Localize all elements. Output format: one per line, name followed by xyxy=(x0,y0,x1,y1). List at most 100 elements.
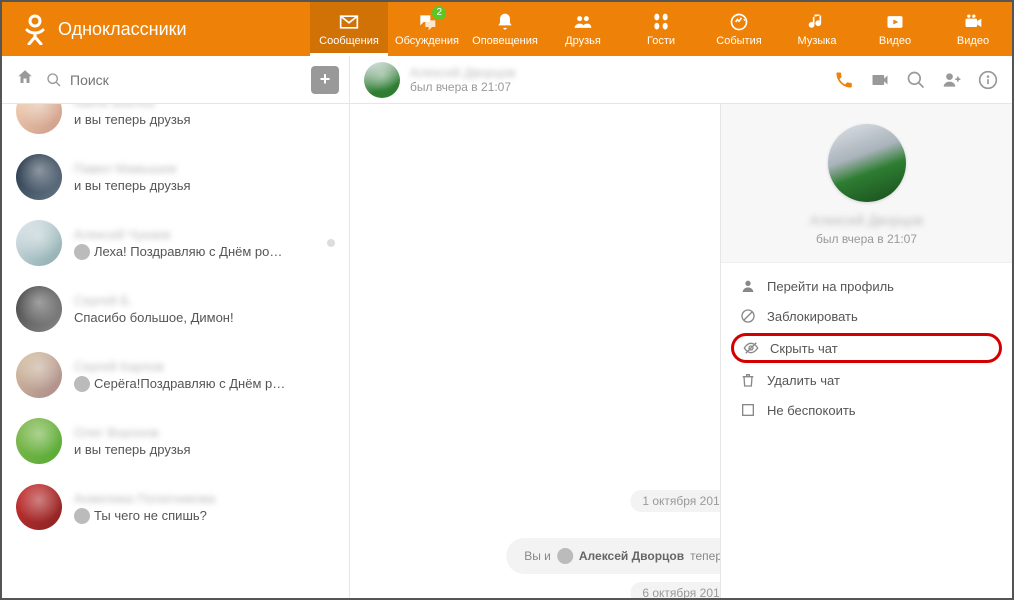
nav-label: Сообщения xyxy=(319,35,379,47)
conversation-pane: Алексей Дворцов был вчера в 21:07 1 октя… xyxy=(350,56,1012,598)
search-icon xyxy=(46,72,62,88)
nav-label: Гости xyxy=(647,35,675,47)
video-icon[interactable] xyxy=(870,70,890,90)
menu-icon xyxy=(742,340,760,356)
top-nav: Сообщения Обсуждения 2 Оповещения Друзья Гост… xyxy=(310,2,1012,56)
chat-avatar xyxy=(16,484,62,530)
search-box[interactable] xyxy=(46,72,303,88)
chat-avatar xyxy=(16,104,62,134)
nav-label: Обсуждения xyxy=(395,35,459,47)
logo-text: Одноклассники xyxy=(58,19,187,40)
menu-label: Заблокировать xyxy=(767,309,858,324)
sysmsg-name: Алексей Дворцов xyxy=(579,549,684,563)
chat-item[interactable]: Сергей Б. Спасибо большое, Димон! xyxy=(2,276,349,342)
mini-avatar-icon xyxy=(74,244,90,260)
chat-item[interactable]: Сергей Карпов Серёга!Поздравляю с Днём р… xyxy=(2,342,349,408)
contact-status: был вчера в 21:07 xyxy=(410,80,515,94)
nav-icon xyxy=(884,11,906,33)
nav-badge: 2 xyxy=(432,6,446,20)
nav-item-3[interactable]: Друзья xyxy=(544,2,622,56)
panel-menu-item-1[interactable]: Заблокировать xyxy=(721,301,1012,331)
chat-preview: Серёга!Поздравляю с Днём р… xyxy=(74,376,335,392)
nav-item-1[interactable]: Обсуждения 2 xyxy=(388,2,466,56)
nav-icon xyxy=(962,11,984,33)
chat-avatar xyxy=(16,352,62,398)
chat-name: Павел Мамышев xyxy=(74,161,335,176)
panel-menu: Перейти на профиль Заблокировать Скрыть ча… xyxy=(721,263,1012,433)
home-icon[interactable] xyxy=(12,64,38,95)
nav-icon xyxy=(572,11,594,33)
nav-item-6[interactable]: Музыка xyxy=(778,2,856,56)
conversation-actions xyxy=(834,70,998,90)
panel-head: Алексей Дворцов был вчера в 21:07 xyxy=(721,104,1012,263)
nav-item-4[interactable]: Гости xyxy=(622,2,700,56)
chat-item[interactable]: Анжелика ПолатниковаТы чего не спишь? xyxy=(2,474,349,540)
panel-menu-item-3[interactable]: Удалить чат xyxy=(721,365,1012,395)
info-icon[interactable] xyxy=(978,70,998,90)
chat-name: Сергей Карпов xyxy=(74,359,335,374)
nav-label: Музыка xyxy=(798,35,837,47)
chat-preview: Спасибо большое, Димон! xyxy=(74,310,335,325)
chat-avatar xyxy=(16,154,62,200)
nav-icon xyxy=(494,11,516,33)
menu-icon xyxy=(739,402,757,418)
conversation-header: Алексей Дворцов был вчера в 21:07 xyxy=(350,56,1012,104)
profile-panel: Алексей Дворцов был вчера в 21:07 Перейт… xyxy=(720,104,1012,598)
nav-label: События xyxy=(716,35,761,47)
nav-label: Оповещения xyxy=(472,35,538,47)
nav-item-0[interactable]: Сообщения xyxy=(310,2,388,56)
panel-avatar[interactable] xyxy=(828,124,906,202)
contact-name[interactable]: Алексей Дворцов xyxy=(410,65,515,80)
top-header: Одноклассники Сообщения Обсуждения 2 Оповещ… xyxy=(2,2,1012,56)
mini-avatar-icon xyxy=(74,376,90,392)
chat-item[interactable]: Алексей Чукаев Леха! Поздравляю с Днём ро… xyxy=(2,210,349,276)
nav-icon xyxy=(650,11,672,33)
ok-logo-icon xyxy=(22,13,48,45)
chat-preview: Ты чего не спишь? xyxy=(74,508,335,524)
sysmsg-pre: Вы и xyxy=(524,549,551,563)
chat-item[interactable]: Name Blurred и вы теперь друзья xyxy=(2,104,349,144)
nav-icon xyxy=(806,11,828,33)
nav-label: Видео xyxy=(957,35,989,47)
search-in-chat-icon[interactable] xyxy=(906,70,926,90)
menu-label: Скрыть чат xyxy=(770,341,838,356)
chat-list: Name Blurred и вы теперь друзья Павел Мамы… xyxy=(2,104,349,598)
unread-dot xyxy=(327,239,335,247)
contact-avatar[interactable] xyxy=(364,62,400,98)
nav-item-8[interactable]: Видео xyxy=(934,2,1012,56)
nav-label: Друзья xyxy=(565,35,601,47)
chat-item[interactable]: Павел Мамышеви вы теперь друзья xyxy=(2,144,349,210)
chat-name: Name Blurred xyxy=(74,104,335,110)
chat-name: Сергей Б. xyxy=(74,293,335,308)
compose-button[interactable]: + xyxy=(311,66,339,94)
chat-preview: и вы теперь друзья xyxy=(74,442,335,457)
logo[interactable]: Одноклассники xyxy=(2,13,207,45)
panel-menu-item-2[interactable]: Скрыть чат xyxy=(731,333,1002,363)
menu-label: Перейти на профиль xyxy=(767,279,894,294)
panel-name[interactable]: Алексей Дворцов xyxy=(731,212,1002,228)
panel-menu-item-4[interactable]: Не беспокоить xyxy=(721,395,1012,425)
add-person-icon[interactable] xyxy=(942,70,962,90)
chat-avatar xyxy=(16,418,62,464)
nav-item-5[interactable]: События xyxy=(700,2,778,56)
nav-item-2[interactable]: Оповещения xyxy=(466,2,544,56)
search-row: + xyxy=(2,56,349,104)
menu-label: Не беспокоить xyxy=(767,403,856,418)
mini-avatar-icon xyxy=(74,508,90,524)
panel-status: был вчера в 21:07 xyxy=(731,232,1002,246)
call-icon[interactable] xyxy=(834,70,854,90)
nav-icon xyxy=(728,11,750,33)
chat-avatar xyxy=(16,220,62,266)
chat-item[interactable]: Олег Воронов и вы теперь друзья xyxy=(2,408,349,474)
chat-name: Олег Воронов xyxy=(74,425,335,440)
chat-name: Алексей Чукаев xyxy=(74,227,335,242)
search-input[interactable] xyxy=(70,72,303,88)
sysmsg-avatar xyxy=(557,548,573,564)
panel-menu-item-0[interactable]: Перейти на профиль xyxy=(721,271,1012,301)
date-separator: 1 октября 201 xyxy=(630,490,731,512)
nav-label: Видео xyxy=(879,35,911,47)
chat-preview: Леха! Поздравляю с Днём ро… xyxy=(74,244,335,260)
chat-preview: и вы теперь друзья xyxy=(74,112,335,127)
nav-item-7[interactable]: Видео xyxy=(856,2,934,56)
date-separator: 6 октября 201 xyxy=(630,582,731,598)
